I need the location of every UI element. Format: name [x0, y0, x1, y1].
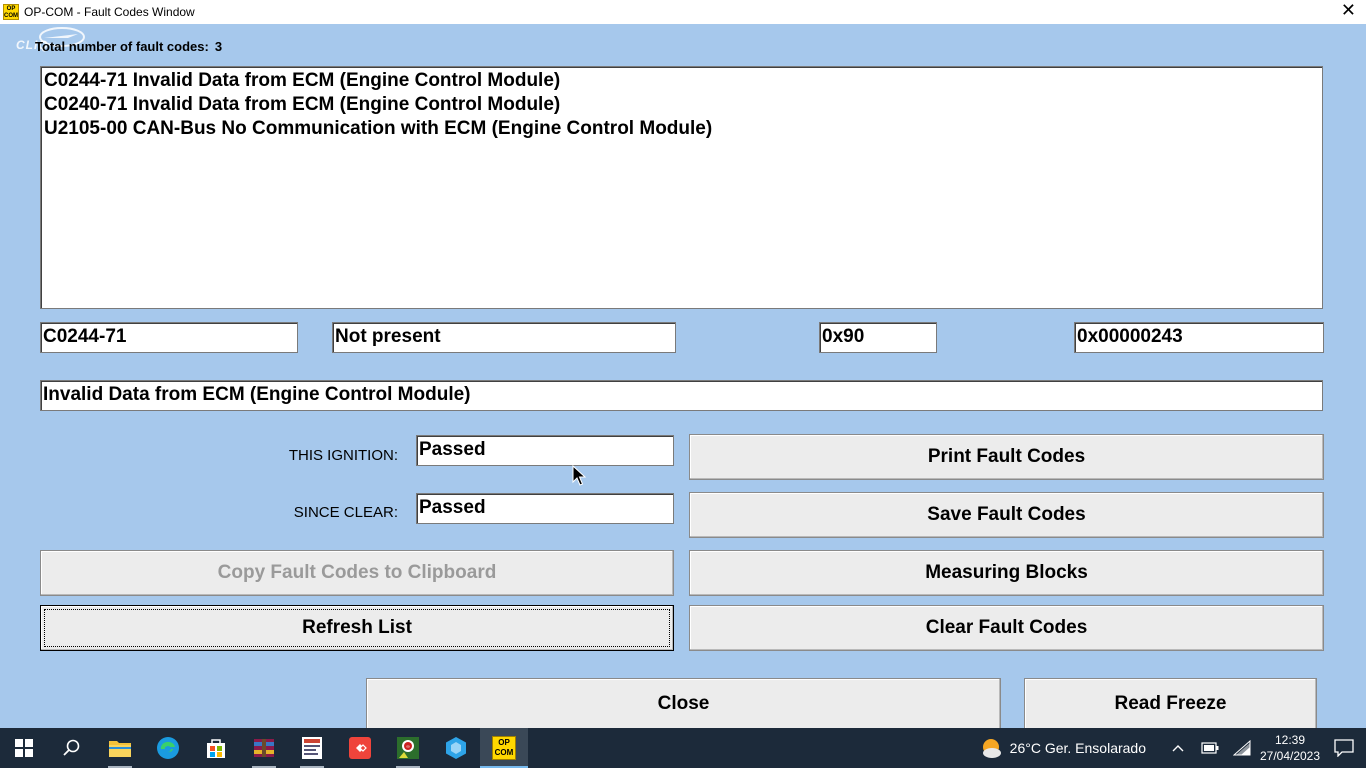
list-item[interactable]: U2105-00 CAN-Bus No Communication with E…	[44, 117, 1319, 141]
read-freeze-button[interactable]: Read Freeze	[1024, 678, 1317, 730]
fault-description-field[interactable]: Invalid Data from ECM (Engine Control Mo…	[40, 380, 1323, 411]
document-app-icon[interactable]	[288, 728, 336, 768]
file-explorer-icon[interactable]	[96, 728, 144, 768]
winrar-icon[interactable]	[240, 728, 288, 768]
op-com-app-icon: OP COM	[3, 4, 19, 20]
print-fault-codes-button[interactable]: Print Fault Codes	[689, 434, 1324, 480]
close-button[interactable]: Close	[366, 678, 1001, 730]
weather-text[interactable]: 26°C Ger. Ensolarado	[1010, 740, 1146, 756]
measuring-blocks-button[interactable]: Measuring Blocks	[689, 550, 1324, 596]
mouse-cursor-icon	[572, 465, 586, 486]
op-com-icon[interactable]: OP COM	[480, 728, 528, 768]
save-fault-codes-button[interactable]: Save Fault Codes	[689, 492, 1324, 538]
clock-time: 12:39	[1274, 733, 1306, 747]
chevron-up-icon[interactable]	[1162, 728, 1194, 768]
car-diagnostic-icon[interactable]: ∞	[384, 728, 432, 768]
system-tray: 26°C Ger. Ensolarado 12:39 27/04/2023	[980, 728, 1366, 768]
edge-icon[interactable]	[144, 728, 192, 768]
status-byte-field[interactable]: 0x90	[819, 322, 937, 353]
op-com-icon-label-bottom: COM	[494, 748, 514, 757]
clear-fault-codes-button[interactable]: Clear Fault Codes	[689, 605, 1324, 651]
clock-date: 27/04/2023	[1259, 749, 1321, 763]
this-ignition-field[interactable]: Passed	[416, 435, 674, 466]
notification-icon[interactable]	[1322, 739, 1366, 757]
list-item[interactable]: C0240-71 Invalid Data from ECM (Engine C…	[44, 93, 1319, 117]
window-title: OP-COM - Fault Codes Window	[24, 5, 195, 19]
since-clear-label: SINCE CLEAR:	[293, 504, 398, 521]
store-icon[interactable]	[192, 728, 240, 768]
wifi-icon[interactable]	[1226, 728, 1258, 768]
search-icon[interactable]	[48, 728, 96, 768]
start-icon[interactable]	[0, 728, 48, 768]
dtc-hex-field[interactable]: 0x00000243	[1074, 322, 1324, 353]
fault-status-field[interactable]: Not present	[332, 322, 676, 353]
close-window-icon[interactable]: ✕	[1341, 2, 1356, 20]
svg-text:∞: ∞	[406, 744, 410, 750]
fault-count-row: Total number of fault codes: 3	[35, 39, 222, 54]
fault-count-label: Total number of fault codes:	[35, 39, 209, 54]
fault-code-list[interactable]: C0244-71 Invalid Data from ECM (Engine C…	[40, 66, 1323, 309]
anydesk-icon[interactable]	[336, 728, 384, 768]
refresh-list-button[interactable]: Refresh List	[40, 605, 674, 651]
op-com-icon-label-top: OP	[498, 738, 510, 747]
fault-code-field[interactable]: C0244-71	[40, 322, 298, 353]
fault-count-value: 3	[214, 39, 223, 54]
3d-app-icon[interactable]	[432, 728, 480, 768]
this-ignition-label: THIS IGNITION:	[288, 447, 398, 464]
battery-icon[interactable]	[1194, 728, 1226, 768]
taskbar-clock[interactable]: 12:39 27/04/2023	[1258, 732, 1322, 764]
title-bar: OP COM OP-COM - Fault Codes Window ✕	[0, 0, 1366, 24]
weather-sun-cloud-icon[interactable]	[980, 736, 1004, 760]
list-item[interactable]: C0244-71 Invalid Data from ECM (Engine C…	[44, 69, 1319, 93]
since-clear-field[interactable]: Passed	[416, 493, 674, 524]
copy-to-clipboard-button[interactable]: Copy Fault Codes to Clipboard	[40, 550, 674, 596]
taskbar: ∞ OP COM 26°C Ger. Ensolarado 12:39 27/0…	[0, 728, 1366, 768]
